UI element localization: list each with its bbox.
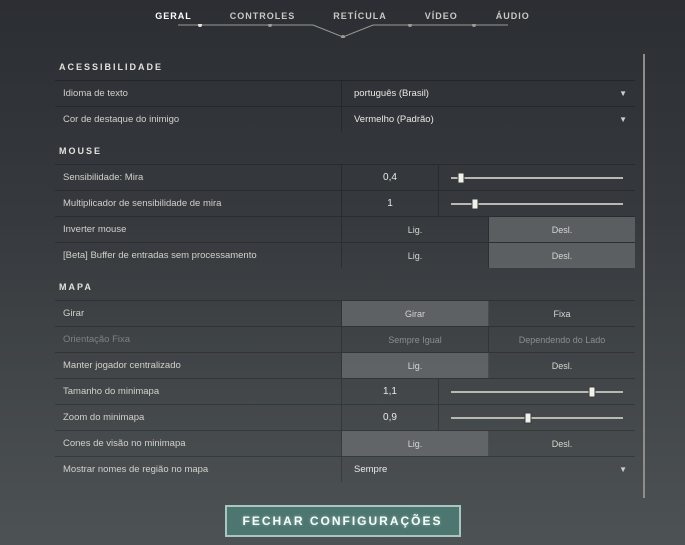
slider-thumb[interactable] (458, 172, 465, 183)
rotate-opt-fixa[interactable]: Fixa (489, 301, 635, 326)
dropdown-language-value: português (Brasil) (354, 88, 429, 99)
row-center-player: Manter jogador centralizado Lig. Desl. (55, 352, 635, 378)
fixed-orient-a: Sempre Igual (342, 327, 489, 352)
dropdown-language[interactable]: português (Brasil) ▼ (341, 81, 635, 106)
settings-content: ACESSIBILIDADE Idioma de texto português… (55, 48, 635, 503)
label-sensitivity: Sensibilidade: Mira (55, 172, 341, 183)
label-region-names: Mostrar nomes de região no mapa (55, 464, 341, 475)
label-multiplier: Multiplicador de sensibilidade de mira (55, 198, 341, 209)
tab-underline-decoration (178, 24, 508, 38)
chevron-down-icon: ▼ (619, 115, 627, 124)
center-player-on[interactable]: Lig. (342, 353, 489, 378)
dropdown-region-names[interactable]: Sempre ▼ (341, 457, 635, 482)
tab-reticula[interactable]: RETÍCULA (327, 8, 393, 24)
section-title-accessibility: ACESSIBILIDADE (55, 62, 635, 72)
minimap-size-slider[interactable] (439, 379, 635, 404)
multiplier-slider[interactable] (439, 191, 635, 216)
minimap-zoom-value[interactable]: 0,9 (341, 405, 439, 430)
scrollbar-track[interactable] (643, 54, 645, 498)
vision-cones-on[interactable]: Lig. (342, 431, 489, 456)
tab-audio[interactable]: ÁUDIO (490, 8, 536, 24)
row-language: Idioma de texto português (Brasil) ▼ (55, 80, 635, 106)
invert-mouse-on[interactable]: Lig. (342, 217, 489, 242)
dropdown-enemy-color[interactable]: Vermelho (Padrão) ▼ (341, 107, 635, 132)
tab-video[interactable]: VÍDEO (419, 8, 464, 24)
fixed-orient-b: Dependendo do Lado (489, 327, 635, 352)
section-title-mouse: MOUSE (55, 146, 635, 156)
label-invert-mouse: Inverter mouse (55, 224, 341, 235)
minimap-zoom-slider[interactable] (439, 405, 635, 430)
label-vision-cones: Cones de visão no minimapa (55, 438, 341, 449)
multiplier-value[interactable]: 1 (341, 191, 439, 216)
dropdown-region-names-value: Sempre (354, 464, 387, 475)
label-minimap-zoom: Zoom do minimapa (55, 412, 341, 423)
minimap-size-value[interactable]: 1,1 (341, 379, 439, 404)
label-minimap-size: Tamanho do minimapa (55, 386, 341, 397)
label-rotate: Girar (55, 308, 341, 319)
row-rotate: Girar Girar Fixa (55, 300, 635, 326)
row-raw-input: [Beta] Buffer de entradas sem processame… (55, 242, 635, 268)
row-enemy-color: Cor de destaque do inimigo Vermelho (Pad… (55, 106, 635, 132)
row-invert-mouse: Inverter mouse Lig. Desl. (55, 216, 635, 242)
tab-controles[interactable]: CONTROLES (224, 8, 302, 24)
row-multiplier: Multiplicador de sensibilidade de mira 1 (55, 190, 635, 216)
label-language: Idioma de texto (55, 88, 341, 99)
section-title-map: MAPA (55, 282, 635, 292)
center-player-off[interactable]: Desl. (489, 353, 635, 378)
label-center-player: Manter jogador centralizado (55, 360, 341, 371)
invert-mouse-off[interactable]: Desl. (489, 217, 635, 242)
chevron-down-icon: ▼ (619, 465, 627, 474)
row-vision-cones: Cones de visão no minimapa Lig. Desl. (55, 430, 635, 456)
dropdown-enemy-color-value: Vermelho (Padrão) (354, 114, 434, 125)
sensitivity-slider[interactable] (439, 165, 635, 190)
close-settings-button[interactable]: FECHAR CONFIGURAÇÕES (224, 505, 460, 537)
top-tabs: GERAL CONTROLES RETÍCULA VÍDEO ÁUDIO (0, 0, 685, 24)
raw-input-off[interactable]: Desl. (489, 243, 635, 268)
slider-thumb[interactable] (525, 412, 532, 423)
raw-input-on[interactable]: Lig. (342, 243, 489, 268)
row-region-names: Mostrar nomes de região no mapa Sempre ▼ (55, 456, 635, 482)
slider-thumb[interactable] (472, 198, 479, 209)
label-fixed-orientation: Orientação Fixa (55, 334, 341, 345)
row-sensitivity: Sensibilidade: Mira 0,4 (55, 164, 635, 190)
label-raw-input: [Beta] Buffer de entradas sem processame… (55, 250, 341, 261)
row-minimap-size: Tamanho do minimapa 1,1 (55, 378, 635, 404)
chevron-down-icon: ▼ (619, 89, 627, 98)
sensitivity-value[interactable]: 0,4 (341, 165, 439, 190)
label-enemy-color: Cor de destaque do inimigo (55, 114, 341, 125)
row-fixed-orientation: Orientação Fixa Sempre Igual Dependendo … (55, 326, 635, 352)
vision-cones-off[interactable]: Desl. (489, 431, 635, 456)
rotate-opt-girar[interactable]: Girar (342, 301, 489, 326)
slider-thumb[interactable] (589, 386, 596, 397)
row-minimap-zoom: Zoom do minimapa 0,9 (55, 404, 635, 430)
tab-geral[interactable]: GERAL (149, 8, 198, 24)
